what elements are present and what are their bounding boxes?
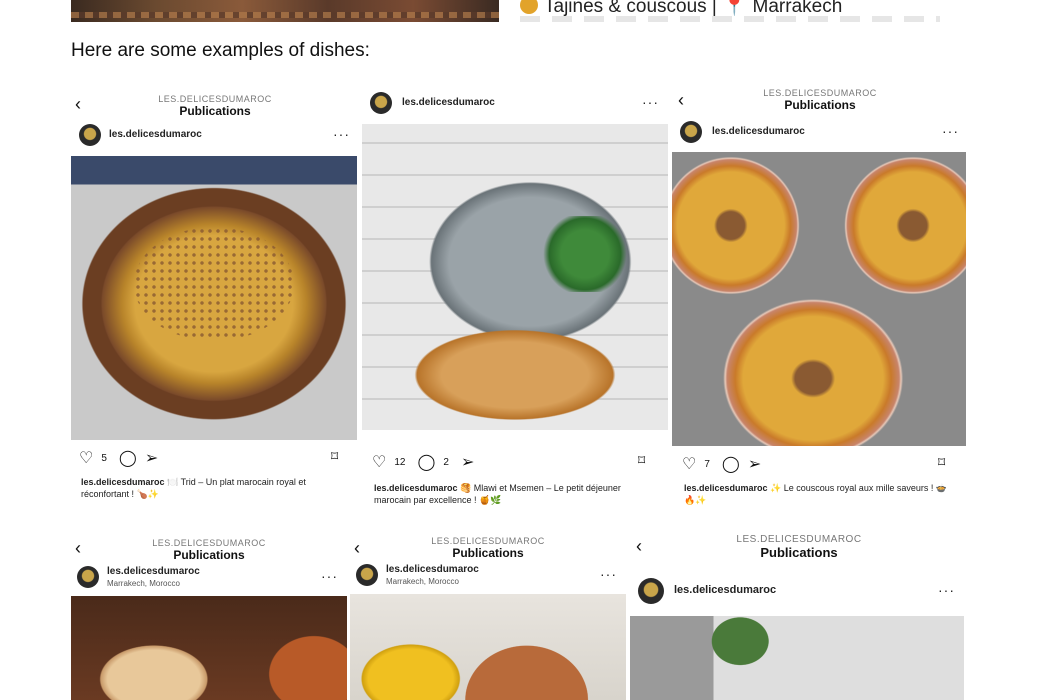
header-title: Publications [452,546,524,560]
header-title: Publications [179,104,251,118]
username[interactable]: les.delicesdumaroc [674,584,776,596]
header-title: Publications [173,548,245,562]
header-account: LES.DELICESDUMAROC [431,536,545,546]
faded-text-line [520,16,940,22]
more-options-icon[interactable]: ··· [600,566,617,582]
snippet-location: Marrakech [752,0,843,17]
photo-bread-tajine [71,596,347,700]
caption: les.delicesdumaroc ✨ Le couscous royal a… [684,482,954,506]
bookmark-icon[interactable]: ⌑ [938,454,945,471]
post-actions: ♡ 7 ◯ ➢ [682,454,761,474]
post-location[interactable]: Marrakech, Morocco [386,577,459,586]
intro-text: Here are some examples of dishes: [71,40,370,61]
heart-icon[interactable]: ♡ [79,448,93,468]
username[interactable]: les.delicesdumaroc [402,97,495,108]
caption-username[interactable]: les.delicesdumaroc [81,477,165,487]
post-header: LES.DELICESDUMAROC Publications [350,536,626,560]
likes-count: 5 [101,452,107,464]
top-cropped-image [71,0,499,22]
food-emoji-icon [520,0,538,14]
likes-count: 12 [394,456,406,468]
snippet-text: Tajines & couscous | [544,0,717,17]
avatar[interactable] [77,566,99,588]
post-card-bread: ‹ LES.DELICESDUMAROC Publications les.de… [71,536,347,700]
header-account: LES.DELICESDUMAROC [158,94,272,104]
header-account: LES.DELICESDUMAROC [152,538,266,548]
photo-plant [630,616,964,700]
caption-username[interactable]: les.delicesdumaroc [684,483,768,493]
avatar[interactable] [638,578,664,604]
more-options-icon[interactable]: ··· [333,126,350,142]
post-card-couscous: ‹ LES.DELICESDUMAROC Publications les.de… [672,86,968,508]
caption-username[interactable]: les.delicesdumaroc [374,483,458,493]
more-options-icon[interactable]: ··· [942,123,959,139]
comments-count: 2 [443,456,449,468]
post-actions: ♡ 5 ◯ ➢ [79,448,158,468]
avatar[interactable] [370,92,392,114]
header-account: LES.DELICESDUMAROC [763,88,877,98]
header-title: Publications [784,98,856,112]
likes-count: 7 [704,458,710,470]
send-icon[interactable]: ➢ [748,454,761,474]
comment-icon[interactable]: ◯ [119,448,137,468]
username[interactable]: les.delicesdumaroc [109,129,202,140]
username[interactable]: les.delicesdumaroc [386,564,479,575]
post-location[interactable]: Marrakech, Morocco [107,579,180,588]
caption: les.delicesdumaroc 🥞 Mlawi et Msemen – L… [374,482,654,506]
more-options-icon[interactable]: ··· [938,582,955,598]
send-icon[interactable]: ➢ [145,448,158,468]
photo-trid [71,156,357,440]
comment-icon[interactable]: ◯ [722,454,740,474]
username[interactable]: les.delicesdumaroc [712,126,805,137]
post-card-plant: ‹ LES.DELICESDUMAROC Publications les.de… [630,534,968,700]
bookmark-icon[interactable]: ⌑ [638,452,645,469]
photo-couscous [672,152,966,446]
avatar[interactable] [356,564,378,586]
photo-msemen-tea [362,124,668,430]
heart-icon[interactable]: ♡ [682,454,696,474]
post-actions: ♡ 12 ◯ 2 ➢ [372,452,474,472]
header-account: LES.DELICESDUMAROC [736,534,862,545]
bookmark-icon[interactable]: ⌑ [331,448,338,465]
post-header: LES.DELICESDUMAROC Publications [672,88,968,112]
avatar[interactable] [680,121,702,143]
post-card-msemen: les.delicesdumaroc ··· ♡ 12 ◯ 2 ➢ ⌑ les.de… [362,88,668,508]
username[interactable]: les.delicesdumaroc [107,566,200,577]
comment-icon[interactable]: ◯ [417,452,435,472]
caption: les.delicesdumaroc 🍽️ Trid – Un plat mar… [81,476,351,500]
more-options-icon[interactable]: ··· [321,568,338,584]
send-icon[interactable]: ➢ [461,452,474,472]
post-header: LES.DELICESDUMAROC Publications [71,94,359,118]
header-title: Publications [760,545,838,560]
post-header: LES.DELICESDUMAROC Publications [71,538,347,562]
more-options-icon[interactable]: ··· [642,94,659,110]
post-card-trid: ‹ LES.DELICESDUMAROC Publications les.de… [71,88,359,508]
post-card-tajine: ‹ LES.DELICESDUMAROC Publications les.de… [350,536,626,700]
heart-icon[interactable]: ♡ [372,452,386,472]
post-header: LES.DELICESDUMAROC Publications [630,534,968,560]
avatar[interactable] [79,124,101,146]
photo-tajine-pot [350,594,626,700]
pin-icon: 📍 [722,0,747,17]
